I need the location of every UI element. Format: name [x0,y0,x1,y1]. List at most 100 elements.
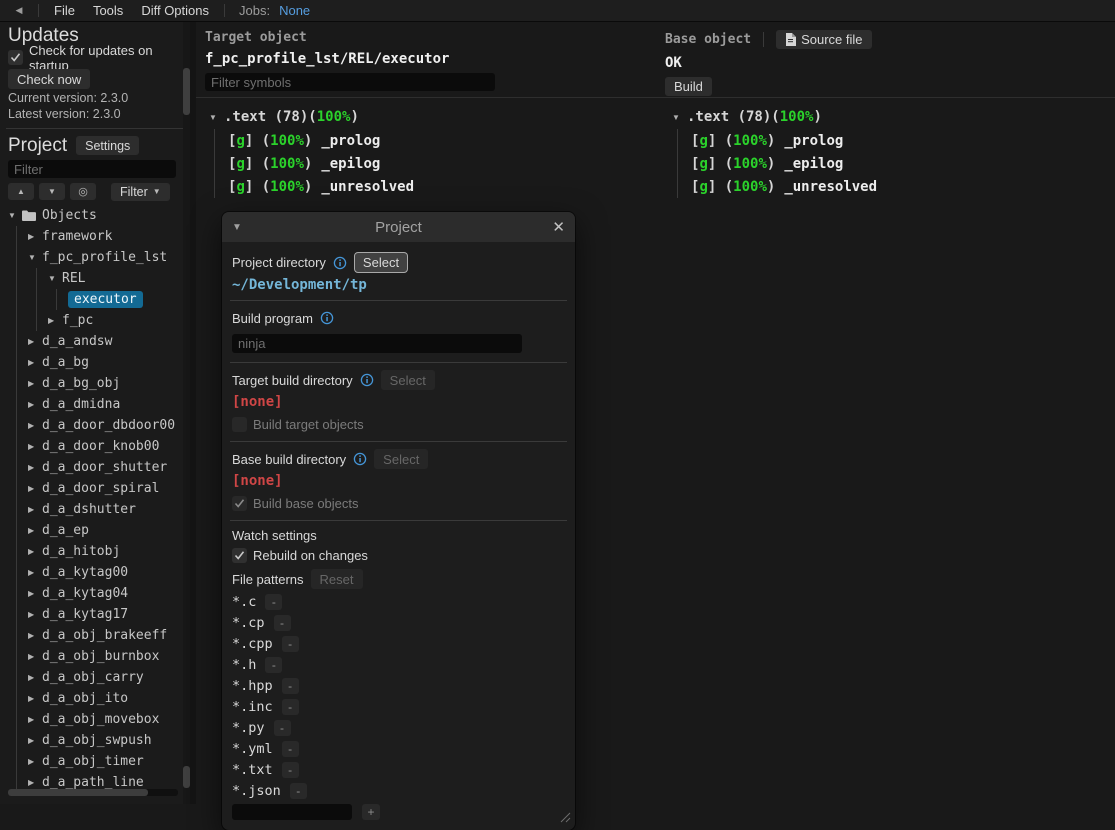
symbol-filter-input[interactable] [205,73,495,91]
sidebar-scrollbar-track[interactable] [183,22,190,804]
chevron-right-icon[interactable]: ▶ [28,400,42,409]
tree-item-d_a_hitobj[interactable]: ▶d_a_hitobj [8,541,182,562]
tree-item-d_a_obj_brakeeff[interactable]: ▶d_a_obj_brakeeff [8,625,182,646]
remove-pattern-button[interactable]: - [274,615,291,631]
chevron-down-icon[interactable]: ▼ [48,274,62,283]
tree-item-d_a_obj_movebox[interactable]: ▶d_a_obj_movebox [8,709,182,730]
back-icon[interactable]: ◀ [6,5,32,16]
chevron-right-icon[interactable]: ▶ [28,232,42,241]
chevron-right-icon[interactable]: ▶ [28,757,42,766]
chevron-right-icon[interactable]: ▶ [28,673,42,682]
check-now-button[interactable]: Check now [8,69,90,89]
tree-item-d_a_dshutter[interactable]: ▶d_a_dshutter [8,499,182,520]
new-pattern-input[interactable] [232,804,352,820]
tree-item-d_a_door_spiral[interactable]: ▶d_a_door_spiral [8,478,182,499]
tree-item-d_a_door_dbdoor00[interactable]: ▶d_a_door_dbdoor00 [8,415,182,436]
chevron-right-icon[interactable]: ▶ [28,568,42,577]
info-icon[interactable] [320,311,334,325]
chevron-right-icon[interactable]: ▶ [28,358,42,367]
chevron-right-icon[interactable]: ▶ [28,631,42,640]
build-button[interactable]: Build [665,77,712,96]
rebuild-on-changes-checkbox-row[interactable]: Rebuild on changes [232,546,565,565]
chevron-down-icon[interactable]: ▼ [8,211,22,220]
tree-item-d_a_kytag00[interactable]: ▶d_a_kytag00 [8,562,182,583]
menu-diff-options[interactable]: Diff Options [132,1,218,20]
chevron-right-icon[interactable]: ▶ [28,442,42,451]
chevron-right-icon[interactable]: ▶ [28,547,42,556]
dialog-collapse-icon[interactable]: ▼ [232,222,254,233]
chevron-right-icon[interactable]: ▶ [28,589,42,598]
tree-item-f_pc[interactable]: ▶f_pc [8,310,182,331]
build-program-input[interactable] [232,334,522,353]
project-directory-select-button[interactable]: Select [354,252,408,273]
tree-item-d_a_obj_swpush[interactable]: ▶d_a_obj_swpush [8,730,182,751]
tree-item-d_a_bg[interactable]: ▶d_a_bg [8,352,182,373]
chevron-right-icon[interactable]: ▶ [28,736,42,745]
tree-item-d_a_andsw[interactable]: ▶d_a_andsw [8,331,182,352]
checkbox-checked-icon[interactable] [232,548,247,563]
tree-item-REL[interactable]: ▼REL [8,268,182,289]
jobs-value[interactable]: None [279,3,310,18]
collapse-all-button[interactable]: ▲ [8,183,34,200]
tree-item-d_a_obj_burnbox[interactable]: ▶d_a_obj_burnbox [8,646,182,667]
symbol-row[interactable]: [g] (100%)_epilog [228,152,414,175]
remove-pattern-button[interactable]: - [290,783,307,799]
chevron-down-icon[interactable]: ▼ [28,253,42,262]
info-icon[interactable] [353,452,367,466]
tree-item-d_a_obj_ito[interactable]: ▶d_a_obj_ito [8,688,182,709]
chevron-right-icon[interactable]: ▶ [28,337,42,346]
chevron-right-icon[interactable]: ▶ [28,715,42,724]
remove-pattern-button[interactable]: - [265,657,282,673]
chevron-right-icon[interactable]: ▶ [28,526,42,535]
tree-item-d_a_ep[interactable]: ▶d_a_ep [8,520,182,541]
checkbox-checked-icon[interactable] [8,50,23,65]
info-icon[interactable] [360,373,374,387]
info-icon[interactable] [333,256,347,270]
tree-item-Objects[interactable]: ▼Objects [8,205,182,226]
expand-all-button[interactable]: ▼ [39,183,65,200]
build-target-objects-checkbox-row[interactable]: Build target objects [232,415,565,434]
menu-file[interactable]: File [45,1,84,20]
remove-pattern-button[interactable]: - [282,699,299,715]
chevron-right-icon[interactable]: ▶ [28,421,42,430]
tree-item-d_a_bg_obj[interactable]: ▶d_a_bg_obj [8,373,182,394]
add-pattern-button[interactable]: + [362,804,380,820]
section-header[interactable]: ▼.text (78) (100%) [209,106,414,128]
sidebar-scrollbar-thumb[interactable] [183,68,190,115]
source-file-button[interactable]: Source file [776,30,871,49]
chevron-right-icon[interactable]: ▶ [28,379,42,388]
resize-handle-icon[interactable] [559,811,571,826]
tree-item-executor[interactable]: executor [8,289,182,310]
remove-pattern-button[interactable]: - [274,720,291,736]
chevron-right-icon[interactable]: ▶ [28,505,42,514]
symbol-row[interactable]: [g] (100%)_unresolved [691,175,877,198]
chevron-right-icon[interactable]: ▶ [28,694,42,703]
remove-pattern-button[interactable]: - [282,678,299,694]
tree-item-f_pc_profile_lst[interactable]: ▼f_pc_profile_lst [8,247,182,268]
tree-filter-dropdown[interactable]: Filter ▼ [111,183,170,201]
remove-pattern-button[interactable]: - [282,741,299,757]
tree-hscrollbar-thumb[interactable] [8,789,148,796]
close-icon[interactable]: ✕ [543,218,565,236]
tree-scrollbar-thumb[interactable] [183,766,190,788]
chevron-right-icon[interactable]: ▶ [28,484,42,493]
chevron-down-icon[interactable]: ▼ [209,113,224,122]
checkbox-unchecked-icon[interactable] [232,417,247,432]
symbol-row[interactable]: [g] (100%)_epilog [691,152,877,175]
menu-tools[interactable]: Tools [84,1,132,20]
chevron-right-icon[interactable]: ▶ [28,463,42,472]
tree-item-d_a_door_knob00[interactable]: ▶d_a_door_knob00 [8,436,182,457]
symbol-row[interactable]: [g] (100%)_prolog [691,129,877,152]
project-filter-input[interactable] [8,160,176,178]
locate-current-button[interactable]: ◎ [70,183,96,200]
tree-item-d_a_kytag04[interactable]: ▶d_a_kytag04 [8,583,182,604]
tree-item-framework[interactable]: ▶framework [8,226,182,247]
project-settings-button[interactable]: Settings [76,136,139,155]
tree-item-d_a_obj_carry[interactable]: ▶d_a_obj_carry [8,667,182,688]
chevron-right-icon[interactable]: ▶ [28,610,42,619]
tree-item-d_a_dmidna[interactable]: ▶d_a_dmidna [8,394,182,415]
tree-item-d_a_kytag17[interactable]: ▶d_a_kytag17 [8,604,182,625]
section-header[interactable]: ▼.text (78) (100%) [672,106,877,128]
chevron-right-icon[interactable]: ▶ [28,652,42,661]
chevron-right-icon[interactable]: ▶ [28,778,42,787]
